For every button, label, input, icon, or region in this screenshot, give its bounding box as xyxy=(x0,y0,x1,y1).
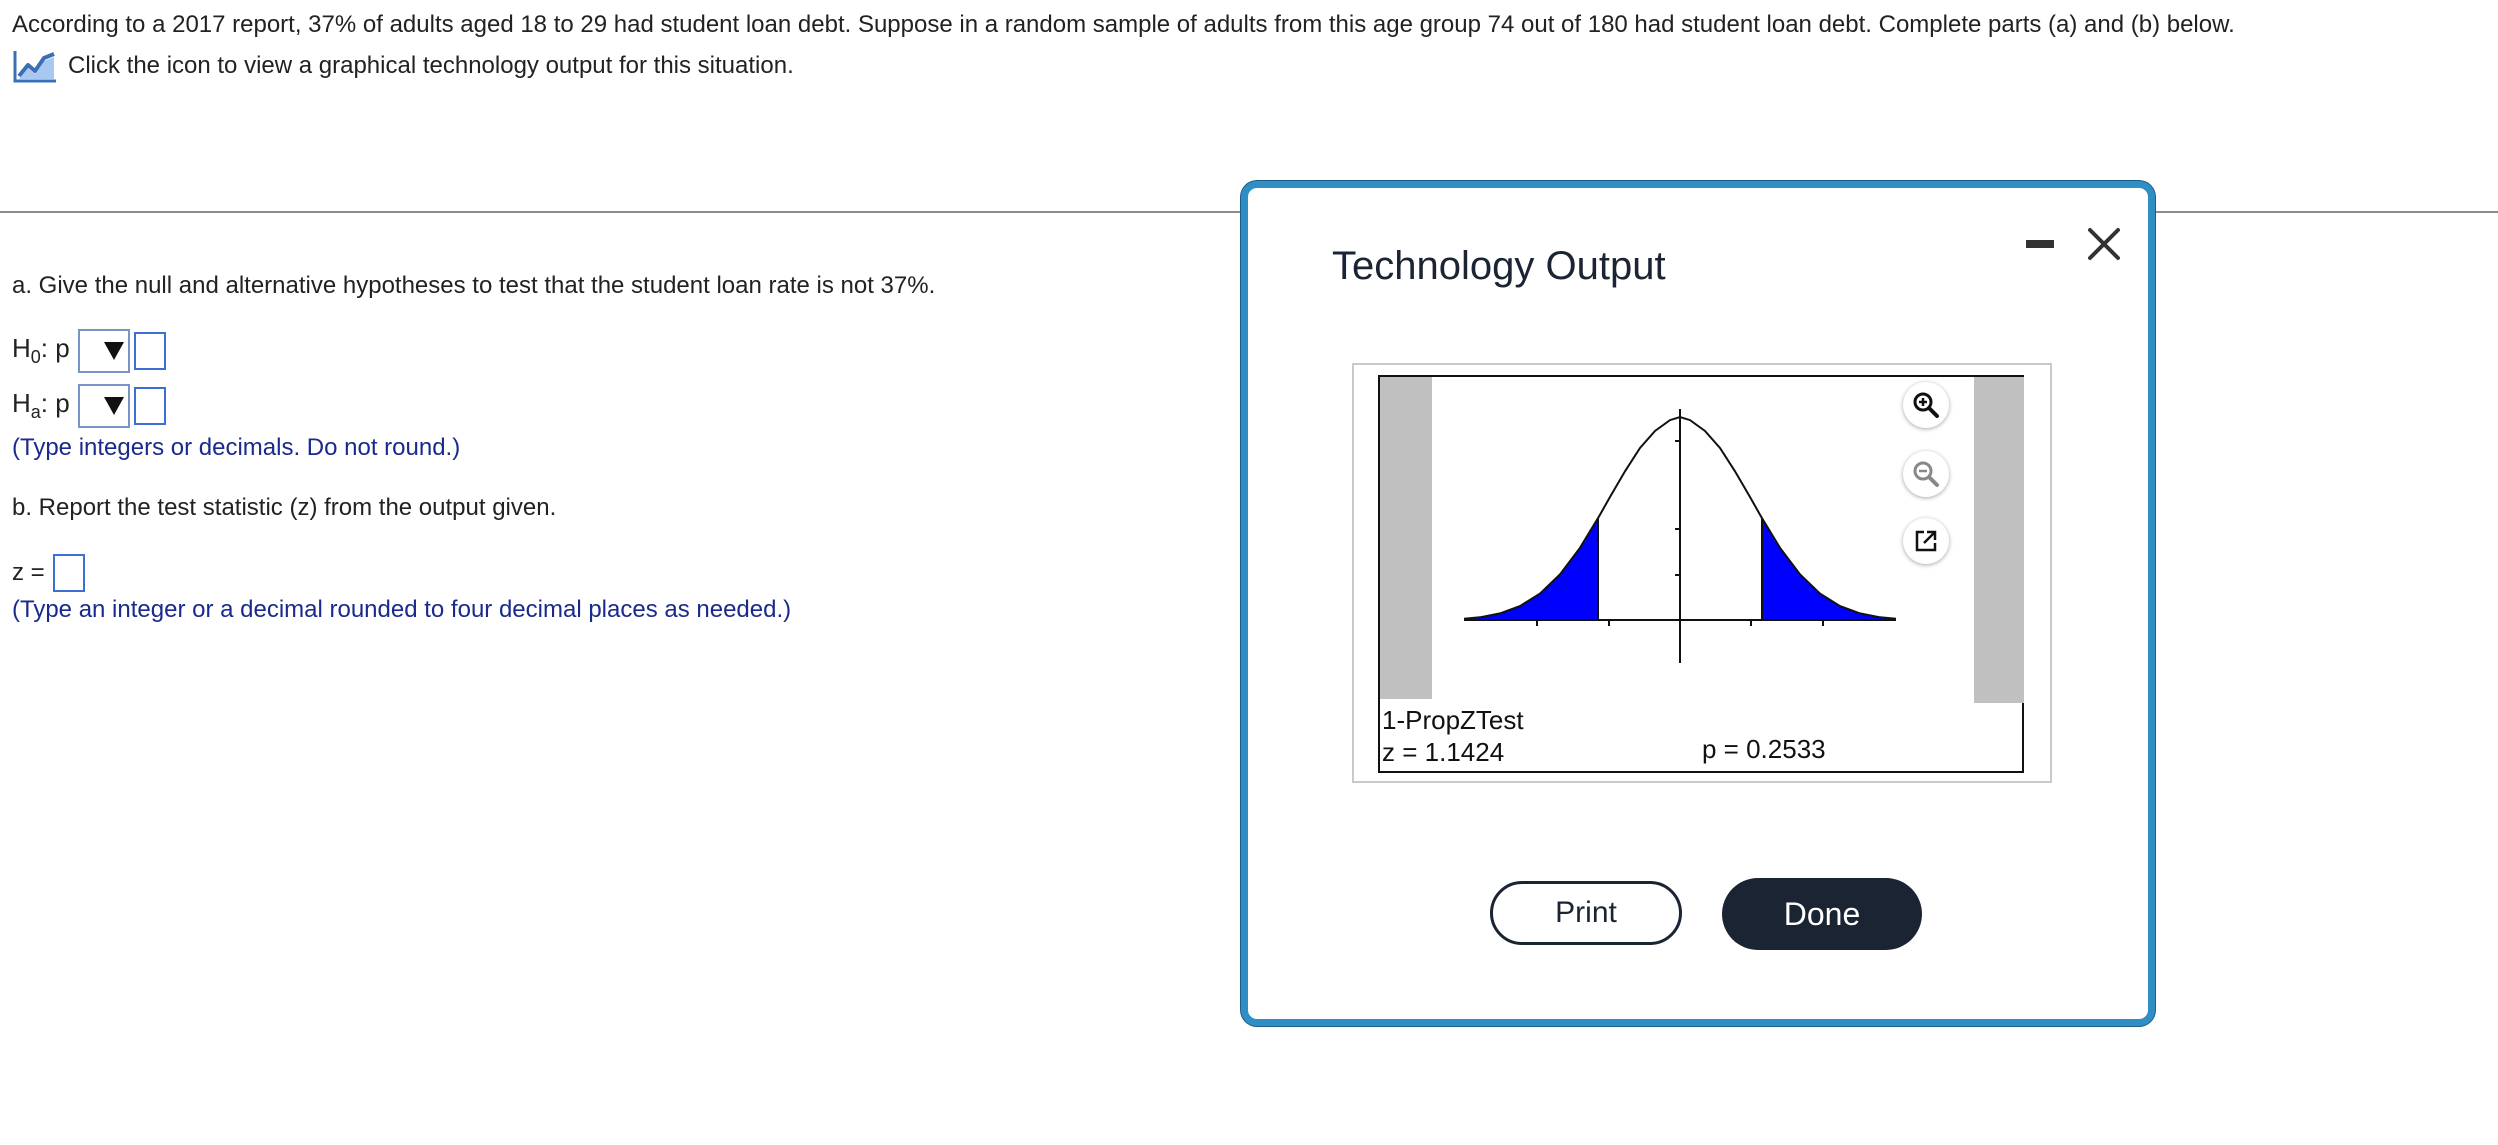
z-label: z = xyxy=(12,559,45,586)
zoom-in-button[interactable] xyxy=(1903,382,1949,428)
zoom-out-button[interactable] xyxy=(1903,451,1949,497)
alt-hypothesis-row: Ha: p xyxy=(12,384,166,428)
z-value-input[interactable] xyxy=(52,554,85,592)
alt-hypothesis-label: Ha: p xyxy=(12,388,70,423)
done-button[interactable]: Done xyxy=(1722,878,1922,950)
null-hypothesis-operator-dropdown[interactable] xyxy=(78,329,130,373)
popout-button[interactable] xyxy=(1903,518,1949,564)
tech-output-link-row: Click the icon to view a graphical techn… xyxy=(12,48,794,84)
part-b-hint: (Type an integer or a decimal rounded to… xyxy=(12,596,792,623)
technology-output-dialog: Technology Output 1-PropZTest z = 1.1424… xyxy=(1241,181,2155,1026)
close-icon[interactable] xyxy=(2080,220,2128,268)
part-b-prompt: b. Report the test statistic (z) from th… xyxy=(12,494,557,521)
calculator-output-frame: 1-PropZTest z = 1.1424 p = 0.2533 xyxy=(1352,363,2052,783)
chart-icon[interactable] xyxy=(12,48,58,84)
p-value-readout: p = 0.2533 xyxy=(1702,734,1826,764)
part-a-hint: (Type integers or decimals. Do not round… xyxy=(12,434,461,461)
left-tail-shading xyxy=(1464,518,1598,619)
dropdown-arrow-icon xyxy=(104,342,124,360)
dialog-title: Technology Output xyxy=(1332,244,1666,288)
test-name-label: 1-PropZTest xyxy=(1382,705,1524,735)
zoom-in-icon xyxy=(1913,392,1939,418)
print-button[interactable]: Print xyxy=(1490,881,1682,945)
question-text: According to a 2017 report, 37% of adult… xyxy=(12,11,2235,38)
calculator-screen: 1-PropZTest z = 1.1424 p = 0.2533 xyxy=(1378,375,2024,773)
dropdown-arrow-icon xyxy=(104,397,124,415)
zoom-out-icon xyxy=(1913,461,1939,487)
right-tail-shading xyxy=(1762,518,1896,619)
alt-hypothesis-operator-dropdown[interactable] xyxy=(78,384,130,428)
part-a-prompt: a. Give the null and alternative hypothe… xyxy=(12,272,936,299)
z-statistic-readout: z = 1.1424 xyxy=(1382,737,1505,767)
z-answer-row: z = xyxy=(12,554,85,592)
tech-output-link-text[interactable]: Click the icon to view a graphical techn… xyxy=(68,52,794,80)
null-hypothesis-value-input[interactable] xyxy=(134,332,166,370)
null-hypothesis-row: H0: p xyxy=(12,329,166,373)
alt-hypothesis-value-input[interactable] xyxy=(134,387,166,425)
popout-icon xyxy=(1915,530,1937,552)
minimize-icon[interactable] xyxy=(2026,240,2054,248)
null-hypothesis-label: H0: p xyxy=(12,333,70,368)
